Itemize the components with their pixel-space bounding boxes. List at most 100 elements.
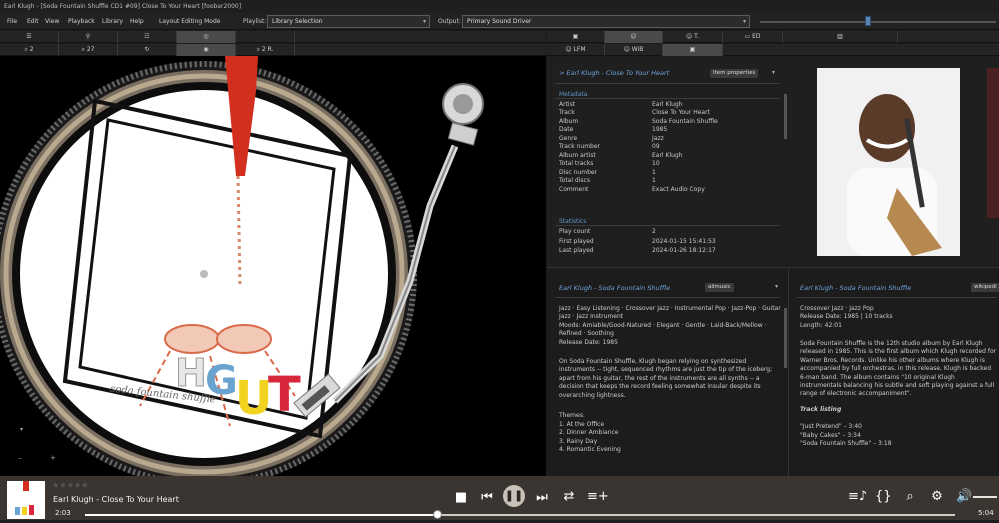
menu-edit[interactable]: Edit	[27, 13, 39, 30]
output-value: Primary Sound Driver	[467, 18, 532, 25]
property-value: Close To Your Heart	[652, 109, 710, 117]
tab-label: ED	[752, 33, 761, 40]
tab-text[interactable]: ☺ T.	[663, 31, 723, 43]
allmusic-badge[interactable]: allmusic	[705, 283, 734, 292]
property-key: Date	[559, 126, 574, 134]
menu-library[interactable]: Library	[102, 13, 123, 30]
property-key: Album artist	[559, 151, 596, 159]
tab-image2-icon[interactable]: ▣	[663, 44, 723, 56]
property-key: Total tracks	[559, 160, 594, 168]
stop-icon[interactable]: ■	[454, 491, 468, 505]
chevron-down-icon: ▾	[422, 18, 426, 25]
menu-file[interactable]: File	[7, 13, 17, 30]
property-key: Disc number	[559, 168, 598, 176]
chevron-down-icon[interactable]: ▾	[772, 69, 775, 76]
property-key: First played	[559, 237, 594, 245]
output-dropdown[interactable]: Primary Sound Driver ▾	[462, 15, 750, 28]
property-key: Genre	[559, 134, 578, 142]
tab-search-2r[interactable]: ⌕ 2 R.	[236, 44, 295, 56]
playlist-label: Playlist:	[243, 18, 267, 25]
gear-icon[interactable]: ⚙	[929, 490, 945, 504]
tab-wib[interactable]: ☺ WiB	[605, 44, 663, 56]
braces-icon[interactable]: {}	[875, 490, 892, 504]
menu-playback[interactable]: Playback	[68, 13, 95, 30]
album-letter-u: U	[235, 371, 272, 425]
tab-search-27[interactable]: ⌕ 27	[59, 44, 118, 56]
chevron-down-icon[interactable]: ▾	[775, 283, 778, 290]
tab-refresh-icon[interactable]: ↻	[118, 44, 177, 56]
item-properties-badge[interactable]: Item properties	[710, 69, 759, 78]
menu-help[interactable]: Help	[130, 13, 144, 30]
property-value: 2024-01-26 18:12:17	[652, 247, 716, 254]
now-playing-cover[interactable]	[7, 481, 45, 519]
wiki-header: Earl Klugh - Soda Fountain Shuffle	[800, 284, 912, 292]
volume-icon[interactable]: 🔊	[956, 490, 972, 504]
window-title: Earl Klugh - [Soda Fountain Shuffle CD1 …	[0, 0, 999, 13]
previous-icon[interactable]: ⏮	[480, 491, 494, 505]
property-value: 1	[652, 177, 656, 185]
tab-image-icon[interactable]: ▣	[547, 31, 605, 43]
tab-label: WiB	[631, 46, 644, 53]
property-value: 1	[652, 168, 656, 176]
tab-ed[interactable]: ▭ ED	[723, 31, 783, 43]
tab-disc-icon[interactable]: ◎	[177, 31, 236, 43]
tab-play-icon[interactable]: ◉	[177, 44, 236, 56]
volume-slider[interactable]	[760, 21, 996, 23]
tab-lfm[interactable]: ☺ LFM	[547, 44, 605, 56]
property-value: Earl Klugh	[652, 151, 683, 159]
artist-image-panel	[787, 56, 999, 266]
allmusic-moods: Moods: Amiable/Good-Natured · Elegant · …	[559, 322, 767, 338]
output-label: Output:	[438, 18, 461, 25]
next-icon[interactable]: ⏭	[535, 491, 549, 505]
tab-label: T.	[694, 33, 700, 40]
wiki-body: Soda Fountain Shuffle is the 12th studio…	[800, 340, 997, 398]
minus-icon[interactable]: –	[18, 454, 22, 462]
add-to-queue-icon[interactable]: ≡+	[587, 490, 609, 504]
album-letter-h: H	[175, 351, 207, 395]
tab-gallery-icon[interactable]: ▥	[783, 31, 898, 43]
tab-search-2[interactable]: ⌕ 2	[0, 44, 59, 56]
property-key: Artist	[559, 101, 576, 108]
property-value: Soda Fountain Shuffle	[652, 117, 718, 125]
property-key: Track number	[559, 143, 601, 151]
menu-view[interactable]: View	[45, 13, 59, 30]
tab-grid-icon[interactable]: ☷	[118, 31, 177, 43]
playlist-icon[interactable]: ≡♪	[848, 490, 867, 504]
side-thumbnails[interactable]	[987, 68, 999, 218]
property-key: Total discs	[559, 177, 590, 185]
tab-people-icon[interactable]: ☺	[605, 31, 663, 43]
menu-layout-editing[interactable]: Layout Editing Mode	[159, 13, 220, 30]
playlist-dropdown[interactable]: Library Selection ▾	[267, 15, 430, 28]
pause-button[interactable]: ❚❚	[503, 485, 525, 507]
wikipedia-badge[interactable]: wikipedi	[971, 283, 999, 292]
seek-bar-fill	[85, 514, 438, 516]
now-playing-title: Earl Klugh - Close To Your Heart	[53, 495, 179, 504]
album-letter-g: G	[205, 358, 238, 404]
tab-list-icon[interactable]: ☰	[0, 31, 59, 43]
volume-bar[interactable]	[973, 496, 997, 498]
allmusic-release: Release Date: 1985	[559, 339, 618, 346]
track-item: "Just Pretend" – 3:40	[800, 423, 862, 430]
total-time: 5:04	[978, 509, 994, 517]
allmusic-panel: Earl Klugh - Soda Fountain Shuffle allmu…	[547, 267, 787, 476]
left-tabbar-2: ⌕ 2 ⌕ 27 ↻ ◉ ⌕ 2 R.	[0, 44, 546, 56]
properties-header: > Earl Klugh - Close To Your Heart	[559, 69, 670, 77]
property-key: Play count	[559, 228, 591, 235]
volume-slider-thumb[interactable]	[865, 16, 871, 26]
tab-tree-icon[interactable]: ⚲	[59, 31, 118, 43]
rating-stars[interactable]: ☆ ☆ ☆ ☆ ☆	[53, 482, 88, 489]
metadata-title: Metadata	[559, 91, 588, 98]
shuffle-icon[interactable]: ⇄	[561, 490, 577, 504]
turntable-view: soda fountain shuffle H G U T ▾ + –	[0, 56, 546, 476]
chevron-down-small-icon[interactable]: ▾	[20, 426, 23, 433]
right-tabbar-2: ☺ LFM ☺ WiB ▣	[547, 44, 999, 56]
plus-icon[interactable]: +	[50, 454, 56, 462]
scrollbar[interactable]	[784, 308, 787, 368]
search-icon[interactable]: ⌕	[902, 490, 918, 504]
album-letter-t: T	[268, 367, 301, 423]
themes-title: Themes:	[559, 412, 585, 419]
tab-blank[interactable]	[236, 31, 295, 43]
allmusic-header: Earl Klugh - Soda Fountain Shuffle	[559, 284, 671, 292]
chevron-down-icon: ▾	[742, 18, 746, 25]
tab-label: LFM	[573, 46, 586, 53]
